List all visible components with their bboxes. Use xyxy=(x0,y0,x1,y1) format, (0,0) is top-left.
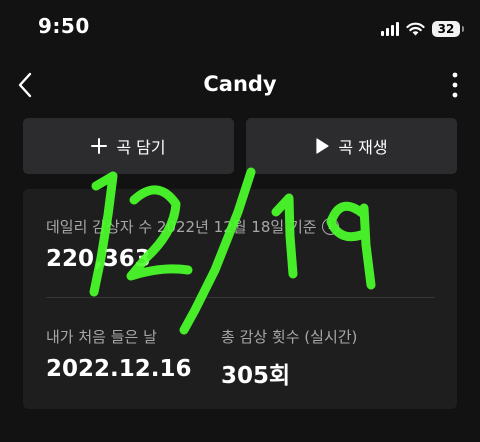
total-plays-label: 총 감상 횟수 (실시간) xyxy=(221,328,358,346)
signal-icon xyxy=(381,22,399,36)
add-song-button[interactable]: 곡 담기 xyxy=(23,118,234,174)
battery-icon: 32 xyxy=(432,21,464,37)
status-time: 9:50 xyxy=(38,14,90,38)
status-bar: 9:50 32 xyxy=(0,0,480,58)
daily-listeners-label-text: 데일리 감상자 수 2022년 12월 18일 기준 xyxy=(46,218,317,236)
stats-card: 데일리 감상자 수 2022년 12월 18일 기준 i 220,363 내가 … xyxy=(23,189,457,409)
daily-listeners-value: 220,363 xyxy=(46,246,151,272)
first-listen-value: 2022.12.16 xyxy=(46,356,192,382)
total-plays-value: 305회 xyxy=(221,363,291,389)
play-icon xyxy=(316,138,329,154)
first-listen-label: 내가 처음 들은 날 xyxy=(46,328,157,346)
info-icon[interactable]: i xyxy=(321,218,339,235)
plus-icon xyxy=(91,138,108,154)
nav-bar: Candy xyxy=(0,58,480,112)
add-song-label: 곡 담기 xyxy=(116,138,166,157)
status-icons: 32 xyxy=(381,18,464,40)
wifi-icon xyxy=(406,22,425,36)
divider xyxy=(46,297,435,298)
daily-listeners-label: 데일리 감상자 수 2022년 12월 18일 기준 i xyxy=(46,216,339,237)
play-song-button[interactable]: 곡 재생 xyxy=(246,118,457,174)
play-song-label: 곡 재생 xyxy=(338,138,388,157)
more-vertical-icon[interactable] xyxy=(450,70,460,100)
page-title: Candy xyxy=(203,72,277,96)
